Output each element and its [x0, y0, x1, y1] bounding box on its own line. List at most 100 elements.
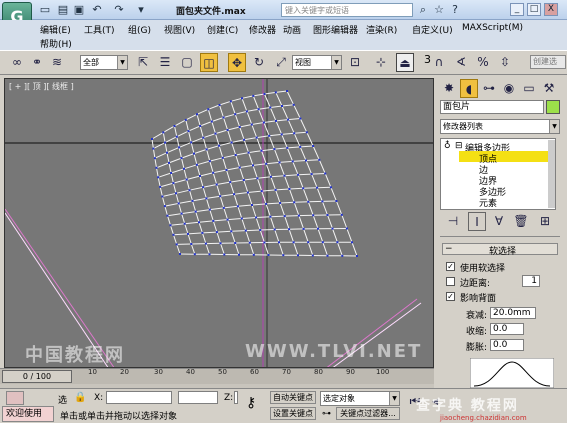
mesh-vertex[interactable]	[233, 193, 236, 196]
move-icon[interactable]: ✥	[228, 53, 246, 72]
mesh-vertex[interactable]	[187, 232, 189, 235]
mesh-vertex[interactable]	[302, 227, 305, 230]
mesh-vertex[interactable]	[243, 138, 246, 141]
angle-snap-icon[interactable]: ∢	[452, 53, 470, 72]
mesh-vertex[interactable]	[168, 161, 170, 164]
menu-customize[interactable]: 自定义(U)	[412, 23, 453, 36]
mesh-vertex[interactable]	[274, 91, 277, 94]
mesh-vertex[interactable]	[335, 200, 338, 202]
mesh-vertex[interactable]	[356, 255, 358, 257]
mesh-vertex[interactable]	[281, 105, 283, 107]
object-color-swatch[interactable]	[546, 100, 560, 114]
mesh-vertex[interactable]	[311, 254, 314, 257]
stack-item-element[interactable]: 元素	[479, 196, 497, 209]
mesh-vertex[interactable]	[163, 205, 166, 208]
undo-icon[interactable]: ↶	[90, 3, 104, 16]
bind-space-warp-icon[interactable]: ≋	[48, 53, 66, 72]
menu-view[interactable]: 视图(V)	[164, 23, 195, 36]
stack-scrollbar[interactable]	[548, 140, 555, 208]
mesh-vertex[interactable]	[234, 113, 237, 116]
key-icon[interactable]: ⚷	[246, 395, 256, 411]
maxscript-listener-mini[interactable]	[6, 391, 24, 405]
y-coordinate-field[interactable]	[178, 391, 218, 404]
mesh-vertex[interactable]	[238, 126, 241, 128]
mesh-vertex[interactable]	[151, 138, 153, 140]
mesh-vertex[interactable]	[183, 222, 186, 225]
object-name-field[interactable]: 面包片	[440, 100, 544, 114]
mesh-vertex[interactable]	[291, 160, 294, 163]
mesh-vertex[interactable]	[292, 241, 295, 244]
display-tab-icon[interactable]: ▭	[520, 79, 538, 98]
mesh-vertex[interactable]	[260, 190, 263, 193]
mesh-vertex[interactable]	[159, 185, 162, 188]
mesh-vertex[interactable]	[299, 145, 302, 148]
mesh-vertex[interactable]	[208, 253, 211, 256]
mesh-vertex[interactable]	[255, 216, 258, 219]
mesh-vertex[interactable]	[274, 188, 277, 191]
mesh-vertex[interactable]	[283, 174, 286, 177]
mesh-vertex[interactable]	[280, 133, 283, 136]
mesh-vertex[interactable]	[215, 231, 218, 234]
link-icon[interactable]: ∞	[8, 53, 26, 72]
spinner-snap-icon[interactable]: ⇳	[496, 53, 514, 72]
mesh-vertex[interactable]	[263, 241, 266, 244]
mesh-vertex[interactable]	[265, 162, 268, 165]
search-input[interactable]: 键入关键字或短语	[281, 3, 413, 17]
menu-help[interactable]: 帮助(H)	[40, 37, 72, 50]
keyboard-shortcut-icon[interactable]: ⏏	[396, 53, 414, 72]
mesh-vertex[interactable]	[247, 151, 250, 154]
modifier-stack[interactable]: ♁ ⊟ 编辑多边形 顶点 边 边界 多边形 元素	[440, 138, 556, 210]
show-end-result-icon[interactable]: Ι	[468, 212, 486, 231]
save-icon[interactable]: ▣	[72, 3, 86, 16]
mesh-vertex[interactable]	[202, 136, 205, 139]
restore-button[interactable]: □	[527, 3, 541, 16]
mesh-vertex[interactable]	[252, 94, 255, 97]
mesh-vertex[interactable]	[248, 241, 251, 244]
mesh-vertex[interactable]	[340, 213, 343, 216]
mesh-vertex[interactable]	[273, 148, 276, 151]
reference-coordinate-dropdown[interactable]: 视图 ▼	[292, 55, 342, 70]
mesh-vertex[interactable]	[202, 186, 205, 189]
mesh-vertex[interactable]	[166, 151, 168, 154]
menu-tools[interactable]: 工具(T)	[84, 23, 115, 36]
mesh-vertex[interactable]	[234, 154, 237, 156]
menu-modifiers[interactable]: 修改器	[249, 23, 276, 36]
mesh-vertex[interactable]	[187, 130, 190, 133]
scale-icon[interactable]: ⤢	[272, 53, 290, 72]
mesh-vertex[interactable]	[212, 219, 215, 222]
menu-create[interactable]: 创建(C)	[207, 23, 238, 36]
mesh-vertex[interactable]	[195, 163, 198, 166]
mesh-vertex[interactable]	[244, 229, 247, 232]
mesh-vertex[interactable]	[164, 141, 167, 144]
mesh-vertex[interactable]	[173, 125, 176, 127]
mesh-vertex[interactable]	[179, 253, 181, 255]
mesh-vertex[interactable]	[273, 228, 276, 231]
mesh-vertex[interactable]	[226, 218, 229, 221]
time-slider[interactable]: 0 / 100	[2, 370, 72, 383]
mesh-vertex[interactable]	[269, 106, 272, 109]
mesh-vertex[interactable]	[166, 214, 169, 217]
mesh-vertex[interactable]	[199, 125, 202, 127]
modifier-list-dropdown[interactable]: 修改器列表 ▼	[440, 119, 560, 134]
lightbulb-icon[interactable]: ♁	[444, 141, 451, 151]
mesh-vertex[interactable]	[196, 113, 198, 116]
menu-animation[interactable]: 动画	[283, 23, 301, 36]
affect-backfacing-checkbox[interactable]: ✓	[446, 292, 455, 301]
mesh-vertex[interactable]	[218, 104, 221, 106]
mesh-vertex[interactable]	[288, 228, 291, 231]
percent-snap-icon[interactable]: %	[474, 53, 492, 72]
mesh-vertex[interactable]	[226, 129, 229, 131]
falloff-field[interactable]: 20.0mm	[490, 307, 536, 319]
window-crossing-icon[interactable]: ◫	[200, 53, 218, 72]
selection-filter-dropdown[interactable]: 全部 ▼	[80, 55, 128, 70]
mesh-vertex[interactable]	[286, 146, 289, 149]
mesh-vertex[interactable]	[208, 208, 211, 211]
set-key-button[interactable]: 设置关键点	[270, 407, 316, 420]
mesh-vertex[interactable]	[214, 132, 217, 135]
mesh-vertex[interactable]	[178, 146, 181, 149]
utilities-tab-icon[interactable]: ⚒	[540, 79, 558, 98]
mesh-vertex[interactable]	[234, 242, 237, 244]
mesh-vertex[interactable]	[257, 108, 260, 111]
menu-maxscript[interactable]: MAXScript(M)	[462, 23, 523, 33]
lock-selection-icon[interactable]: 🔒	[74, 392, 86, 403]
